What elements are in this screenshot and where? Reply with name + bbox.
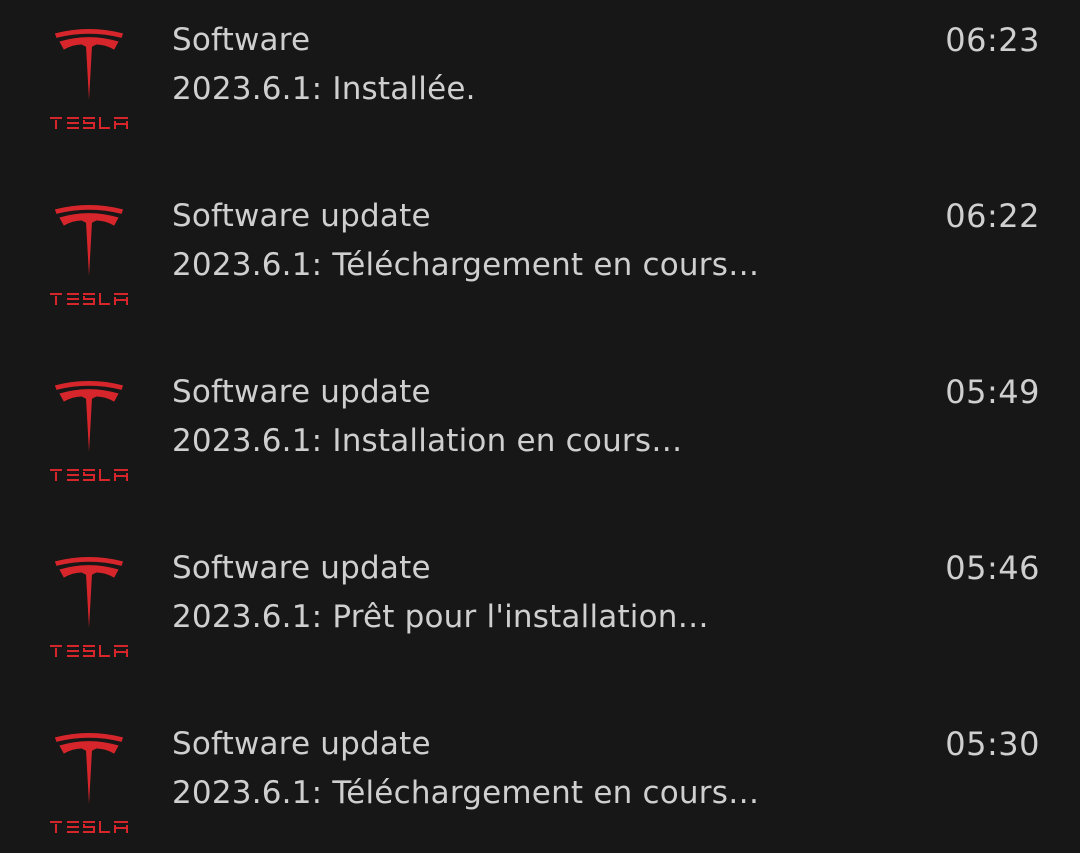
notification-title: Software update: [172, 550, 431, 586]
notification-time: 06:23: [945, 21, 1040, 59]
tesla-wordmark: [50, 469, 128, 481]
notification-item[interactable]: Software update 2023.6.1: Téléchargement…: [0, 704, 1080, 853]
tesla-logo-icon: [48, 26, 130, 134]
notification-title: Software: [172, 22, 311, 58]
tesla-logo-icon: [48, 378, 130, 486]
tesla-wordmark: [50, 293, 128, 305]
tesla-logo-icon: [48, 202, 130, 310]
notification-message: 2023.6.1: Installée.: [172, 71, 476, 107]
notification-time: 05:30: [945, 725, 1040, 763]
tesla-wordmark: [50, 821, 128, 833]
notification-title: Software update: [172, 198, 431, 234]
notification-item[interactable]: Software 2023.6.1: Installée. 06:23: [0, 0, 1080, 176]
notification-item[interactable]: Software update 2023.6.1: Prêt pour l'in…: [0, 528, 1080, 704]
notification-time: 06:22: [945, 197, 1040, 235]
tesla-wordmark: [50, 645, 128, 657]
tesla-t-mark: [54, 380, 124, 452]
notification-time: 05:46: [945, 549, 1040, 587]
notification-time: 05:49: [945, 373, 1040, 411]
notification-message: 2023.6.1: Prêt pour l'installation…: [172, 599, 709, 635]
notification-title: Software update: [172, 374, 431, 410]
notification-title: Software update: [172, 726, 431, 762]
notification-item[interactable]: Software update 2023.6.1: Installation e…: [0, 352, 1080, 528]
tesla-logo-icon: [48, 730, 130, 838]
notification-message: 2023.6.1: Téléchargement en cours…: [172, 775, 760, 811]
notification-list: Software 2023.6.1: Installée. 06:23 Soft…: [0, 0, 1080, 853]
tesla-wordmark: [50, 117, 128, 129]
notification-message: 2023.6.1: Téléchargement en cours…: [172, 247, 760, 283]
tesla-logo-icon: [48, 554, 130, 662]
notification-item[interactable]: Software update 2023.6.1: Téléchargement…: [0, 176, 1080, 352]
tesla-t-mark: [54, 204, 124, 276]
tesla-t-mark: [54, 28, 124, 100]
tesla-t-mark: [54, 556, 124, 628]
notification-message: 2023.6.1: Installation en cours…: [172, 423, 683, 459]
tesla-t-mark: [54, 732, 124, 804]
